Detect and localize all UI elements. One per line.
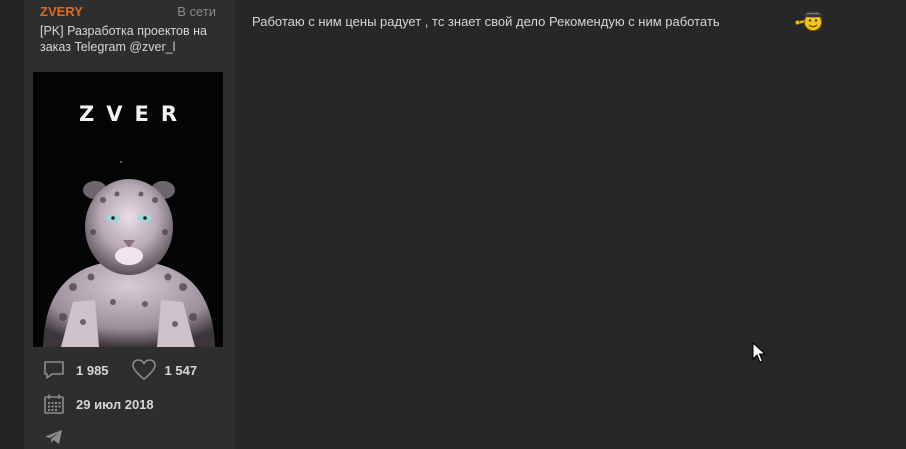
stats-row-messages-likes: 1 985 1 547 [42,358,197,382]
telegram-icon[interactable] [42,425,66,449]
calendar-icon [42,392,66,416]
speech-bubble-icon[interactable] [42,358,66,382]
user-title: [PK] Разработка проектов на заказ Telegr… [40,24,207,54]
username-link[interactable]: ZVERY [40,4,83,19]
registered-date: 29 июл 2018 [76,396,154,412]
snow-leopard-image [43,161,215,347]
likes-count: 1 547 [164,362,198,378]
smiley-with-hat-icon [795,10,823,31]
stats-row-registered: 29 июл 2018 [42,392,154,416]
messages-count: 1 985 [76,362,109,378]
left-gutter [0,0,24,449]
user-sidebar: ZVERY В сети [PK] Разработка проектов на… [24,0,235,449]
stats-row-telegram [42,425,66,449]
page: ZVERY В сети [PK] Разработка проектов на… [0,0,906,449]
mouse-cursor-icon [752,342,766,363]
online-status: В сети [177,4,216,19]
heart-icon[interactable] [131,358,156,382]
post-text: Работаю с ним цены радует , тс знает сво… [252,14,720,29]
avatar[interactable]: ZVER [33,72,223,347]
